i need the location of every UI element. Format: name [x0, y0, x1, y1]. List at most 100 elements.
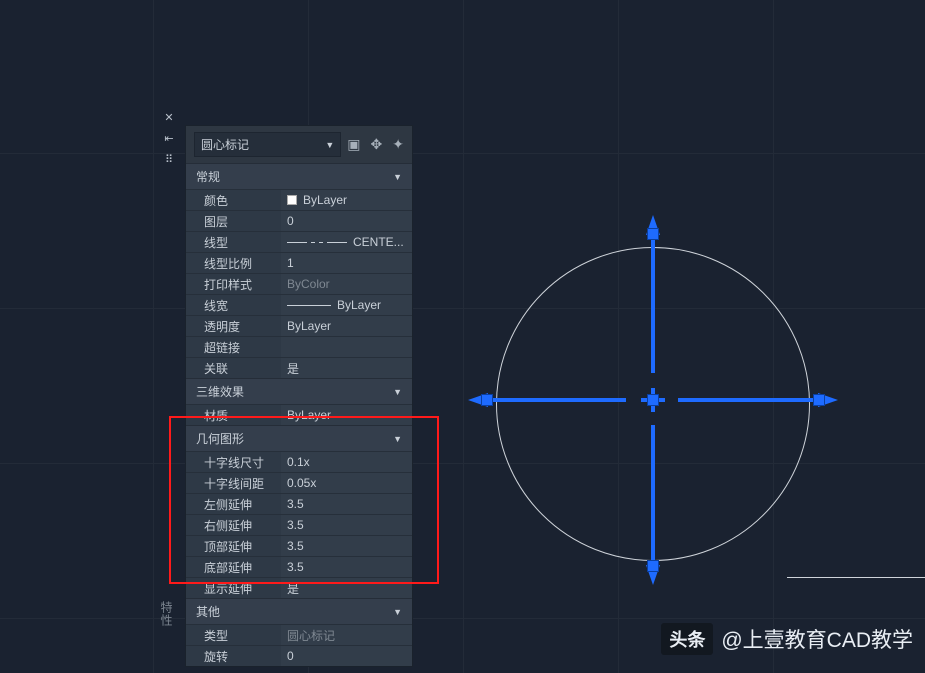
- prop-layer-value[interactable]: 0: [281, 211, 412, 231]
- section-3d-title: 三维效果: [196, 383, 244, 400]
- grip-top[interactable]: [648, 229, 658, 239]
- prop-layer-label: 图层: [186, 213, 281, 230]
- center-mark-line-bottom[interactable]: [651, 425, 655, 565]
- prop-transparency-value[interactable]: ByLayer: [281, 316, 412, 336]
- pin-icon[interactable]: ⇤: [164, 134, 173, 145]
- prop-material[interactable]: 材质 ByLayer: [186, 404, 412, 425]
- prop-lineweight[interactable]: 线宽 ByLayer: [186, 294, 412, 315]
- prop-rotation-value[interactable]: 0: [281, 646, 412, 666]
- prop-linetype-label: 线型: [186, 234, 281, 251]
- prop-type[interactable]: 类型 圆心标记: [186, 624, 412, 645]
- palette-toolbar: 圆心标记 ▼ ▣ ✥ ✦: [186, 126, 412, 163]
- object-type-label: 圆心标记: [201, 136, 249, 153]
- section-other-title: 其他: [196, 603, 220, 620]
- prop-ltscale[interactable]: 线型比例 1: [186, 252, 412, 273]
- prop-transparency-label: 透明度: [186, 318, 281, 335]
- prop-cross-size-value[interactable]: 0.1x: [281, 452, 412, 472]
- object-type-select[interactable]: 圆心标记 ▼: [194, 132, 341, 157]
- section-general[interactable]: 常规 ▼: [186, 163, 412, 189]
- select-objects-icon[interactable]: ✥: [371, 136, 383, 153]
- prop-ltscale-value[interactable]: 1: [281, 253, 412, 273]
- quick-select-icon[interactable]: ✦: [392, 136, 404, 153]
- prop-cross-gap-value[interactable]: 0.05x: [281, 473, 412, 493]
- palette-controls: ✕ ⇤ ⠿: [160, 113, 178, 166]
- prop-color-label: 颜色: [186, 192, 281, 209]
- section-other[interactable]: 其他 ▼: [186, 598, 412, 624]
- center-mark-line-top[interactable]: [651, 233, 655, 373]
- prop-layer[interactable]: 图层 0: [186, 210, 412, 231]
- grip-center[interactable]: [648, 395, 658, 405]
- grip-right[interactable]: [814, 395, 824, 405]
- prop-lineweight-label: 线宽: [186, 297, 281, 314]
- prop-color-value[interactable]: ByLayer: [281, 190, 412, 210]
- prop-show-ext-label: 显示延伸: [186, 580, 281, 597]
- grip-left[interactable]: [482, 395, 492, 405]
- prop-rotation-label: 旋转: [186, 648, 281, 665]
- prop-color[interactable]: 颜色 ByLayer: [186, 189, 412, 210]
- color-swatch-icon: [287, 195, 297, 205]
- palette-title-bar[interactable]: 特性: [159, 601, 172, 627]
- prop-top-ext-label: 顶部延伸: [186, 538, 281, 555]
- prop-cross-size[interactable]: 十字线尺寸 0.1x: [186, 451, 412, 472]
- center-mark-line-right[interactable]: [678, 398, 818, 402]
- grip-bottom[interactable]: [648, 561, 658, 571]
- chevron-down-icon: ▼: [325, 140, 334, 150]
- prop-hyperlink[interactable]: 超链接: [186, 336, 412, 357]
- watermark: 头条 @上壹教育CAD教学: [661, 623, 913, 655]
- close-icon[interactable]: ✕: [164, 113, 173, 124]
- prop-cross-gap[interactable]: 十字线间距 0.05x: [186, 472, 412, 493]
- prop-bottom-ext-label: 底部延伸: [186, 559, 281, 576]
- drawn-line[interactable]: [787, 577, 925, 578]
- prop-associative[interactable]: 关联 是: [186, 357, 412, 378]
- prop-right-ext-label: 右侧延伸: [186, 517, 281, 534]
- chevron-down-icon: ▼: [393, 607, 402, 617]
- prop-plotstyle-value: ByColor: [281, 274, 412, 294]
- prop-linetype-value[interactable]: CENTE...: [281, 232, 412, 252]
- chevron-down-icon: ▼: [393, 434, 402, 444]
- prop-right-ext-value[interactable]: 3.5: [281, 515, 412, 535]
- prop-bottom-ext[interactable]: 底部延伸 3.5: [186, 556, 412, 577]
- prop-cross-gap-label: 十字线间距: [186, 475, 281, 492]
- section-geometry[interactable]: 几何图形 ▼: [186, 425, 412, 451]
- palette-tool-icons: ▣ ✥ ✦: [347, 136, 404, 153]
- options-icon[interactable]: ⠿: [165, 155, 173, 166]
- prop-left-ext-label: 左侧延伸: [186, 496, 281, 513]
- linetype-sample-icon: [287, 242, 347, 243]
- prop-plotstyle-label: 打印样式: [186, 276, 281, 293]
- watermark-prefix: 头条: [661, 623, 713, 655]
- prop-hyperlink-value[interactable]: [281, 337, 412, 357]
- prop-material-value[interactable]: ByLayer: [281, 405, 412, 425]
- section-geometry-title: 几何图形: [196, 430, 244, 447]
- prop-linetype[interactable]: 线型 CENTE...: [186, 231, 412, 252]
- prop-associative-label: 关联: [186, 360, 281, 377]
- prop-material-label: 材质: [186, 407, 281, 424]
- prop-show-ext-value[interactable]: 是: [281, 578, 412, 598]
- prop-left-ext[interactable]: 左侧延伸 3.5: [186, 493, 412, 514]
- center-mark-line-left[interactable]: [486, 398, 626, 402]
- lineweight-sample-icon: [287, 305, 331, 306]
- prop-plotstyle[interactable]: 打印样式 ByColor: [186, 273, 412, 294]
- watermark-text: @上壹教育CAD教学: [721, 624, 913, 654]
- section-3d[interactable]: 三维效果 ▼: [186, 378, 412, 404]
- properties-palette: 圆心标记 ▼ ▣ ✥ ✦ 常规 ▼ 颜色 ByLayer 图层 0 线型 CEN…: [185, 125, 413, 667]
- prop-associative-value[interactable]: 是: [281, 358, 412, 378]
- drawing-area[interactable]: [468, 219, 838, 589]
- prop-type-label: 类型: [186, 627, 281, 644]
- prop-left-ext-value[interactable]: 3.5: [281, 494, 412, 514]
- toggle-pickadd-icon[interactable]: ▣: [347, 136, 360, 153]
- prop-type-value: 圆心标记: [281, 625, 412, 645]
- prop-rotation[interactable]: 旋转 0: [186, 645, 412, 666]
- chevron-down-icon: ▼: [393, 172, 402, 182]
- prop-cross-size-label: 十字线尺寸: [186, 454, 281, 471]
- section-general-title: 常规: [196, 168, 220, 185]
- prop-ltscale-label: 线型比例: [186, 255, 281, 272]
- prop-top-ext-value[interactable]: 3.5: [281, 536, 412, 556]
- prop-show-ext[interactable]: 显示延伸 是: [186, 577, 412, 598]
- prop-hyperlink-label: 超链接: [186, 339, 281, 356]
- prop-right-ext[interactable]: 右侧延伸 3.5: [186, 514, 412, 535]
- prop-bottom-ext-value[interactable]: 3.5: [281, 557, 412, 577]
- prop-transparency[interactable]: 透明度 ByLayer: [186, 315, 412, 336]
- prop-top-ext[interactable]: 顶部延伸 3.5: [186, 535, 412, 556]
- prop-lineweight-value[interactable]: ByLayer: [281, 295, 412, 315]
- chevron-down-icon: ▼: [393, 387, 402, 397]
